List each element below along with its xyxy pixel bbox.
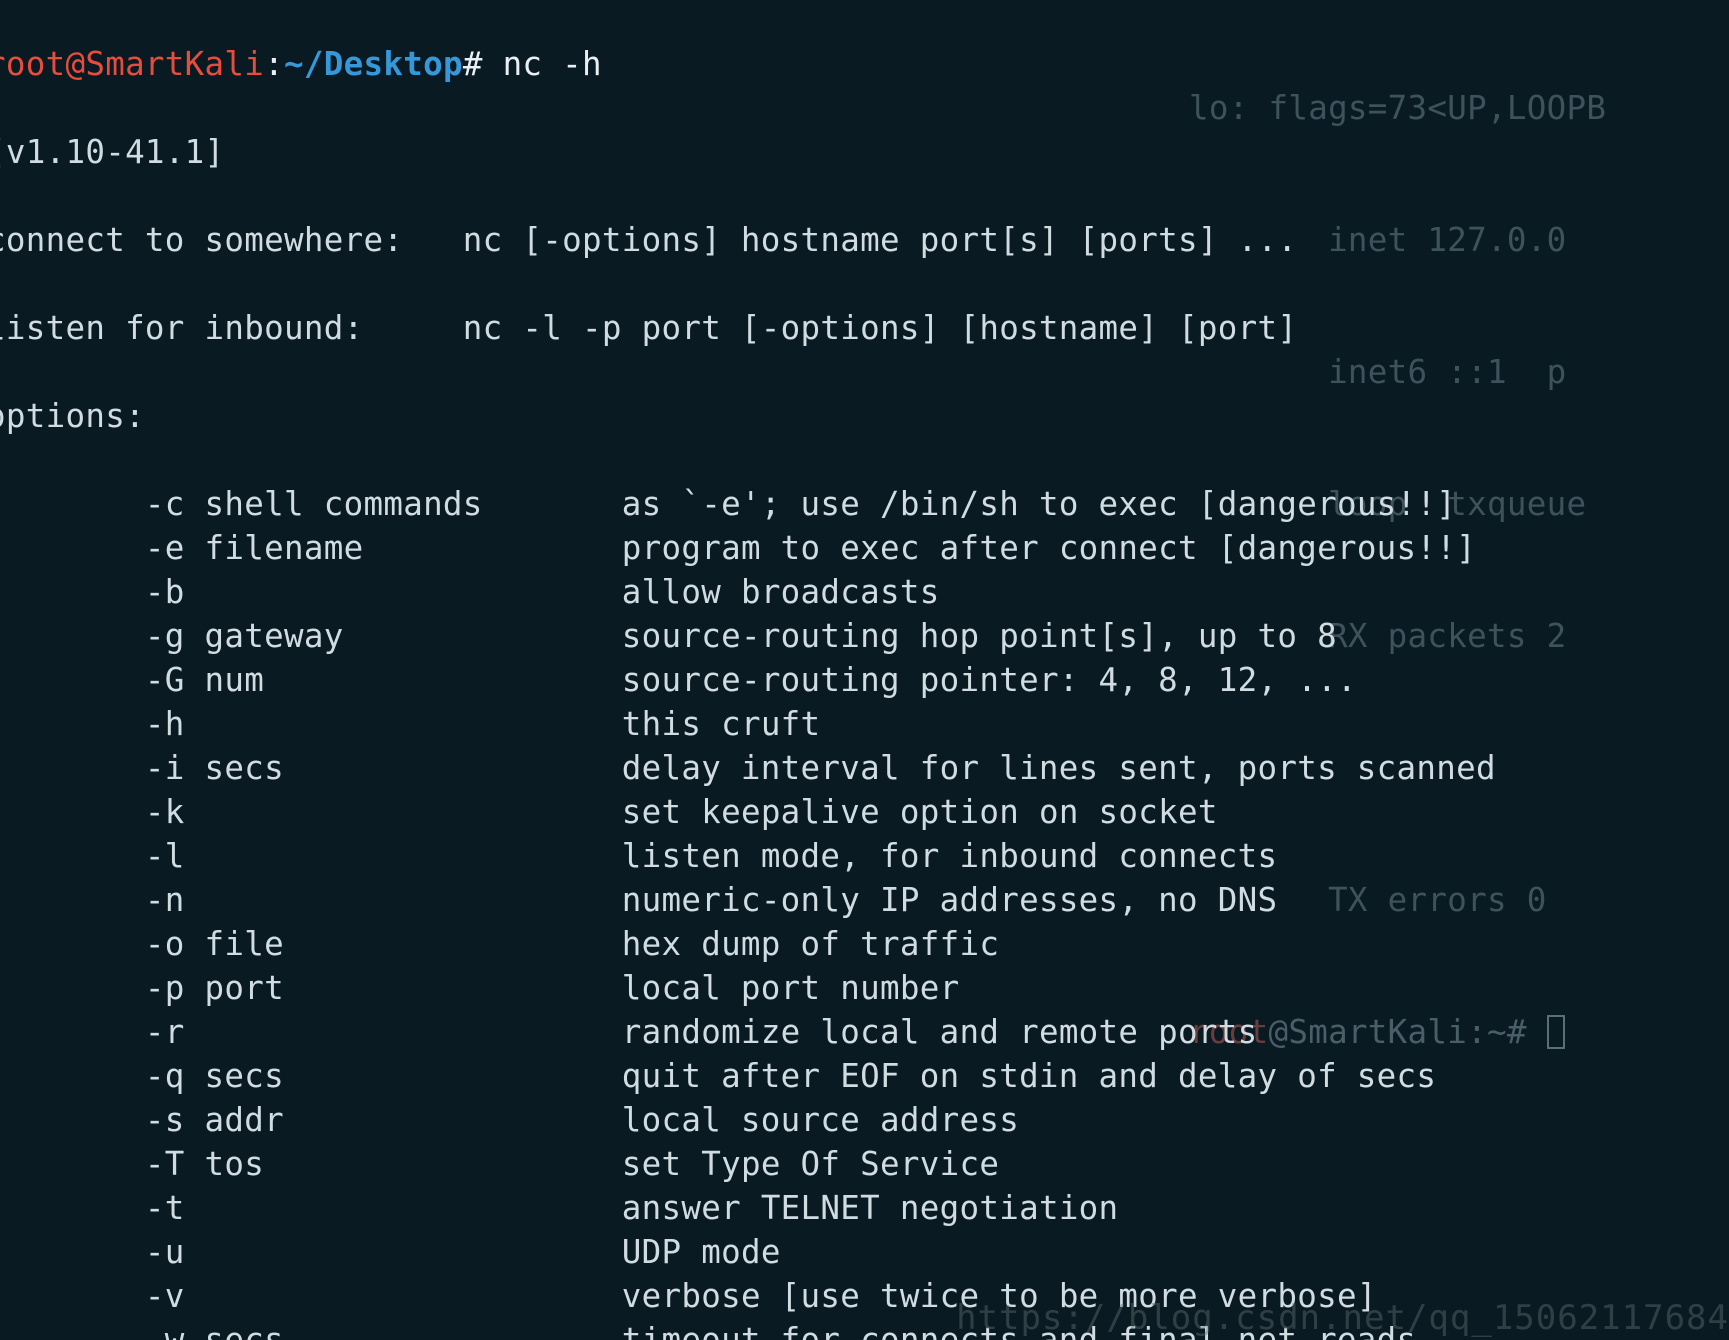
- prompt-path: ~/Desktop: [284, 45, 463, 83]
- option-row: -k set keepalive option on socket: [0, 790, 1729, 834]
- option-desc: local port number: [622, 969, 960, 1007]
- option-flag: -q secs: [0, 1057, 284, 1095]
- option-row: -s addr local source address: [0, 1098, 1729, 1142]
- option-row: -u UDP mode: [0, 1230, 1729, 1274]
- option-flag: -l: [0, 837, 185, 875]
- option-flag: -w secs: [0, 1321, 284, 1340]
- option-flag: -p port: [0, 969, 284, 1007]
- option-desc: randomize local and remote ports: [622, 1013, 1258, 1051]
- option-flag: -s addr: [0, 1101, 284, 1139]
- option-flag: -u: [0, 1233, 185, 1271]
- options-header: options:: [0, 394, 1729, 438]
- option-row: -r randomize local and remote ports: [0, 1010, 1729, 1054]
- option-flag: -h: [0, 705, 185, 743]
- option-flag: -c shell commands: [0, 485, 483, 523]
- option-flag: -n: [0, 881, 185, 919]
- prompt-host: @SmartKali: [65, 45, 264, 83]
- option-flag: -e filename: [0, 529, 363, 567]
- command-text: nc -h: [503, 45, 602, 83]
- prompt-user: root: [0, 45, 65, 83]
- option-row: -h this cruft: [0, 702, 1729, 746]
- option-row: -g gateway source-routing hop point[s], …: [0, 614, 1729, 658]
- option-row: -p port local port number: [0, 966, 1729, 1010]
- option-desc: numeric-only IP addresses, no DNS: [622, 881, 1278, 919]
- option-desc: program to exec after connect [dangerous…: [622, 529, 1476, 567]
- version-line: [v1.10-41.1]: [0, 130, 1729, 174]
- option-flag: -i secs: [0, 749, 284, 787]
- option-flag: -G num: [0, 661, 264, 699]
- option-desc: local source address: [622, 1101, 1019, 1139]
- option-desc: delay interval for lines sent, ports sca…: [622, 749, 1496, 787]
- option-desc: UDP mode: [622, 1233, 781, 1271]
- option-flag: -g gateway: [0, 617, 344, 655]
- option-flag: -v: [0, 1277, 185, 1315]
- options-list: -c shell commands as `-e'; use /bin/sh t…: [0, 482, 1729, 1340]
- option-row: -T tos set Type Of Service: [0, 1142, 1729, 1186]
- option-desc: this cruft: [622, 705, 821, 743]
- option-flag: -r: [0, 1013, 185, 1051]
- option-desc: answer TELNET negotiation: [622, 1189, 1119, 1227]
- option-flag: -T tos: [0, 1145, 264, 1183]
- option-desc: listen mode, for inbound connects: [622, 837, 1278, 875]
- option-row: -n numeric-only IP addresses, no DNS: [0, 878, 1729, 922]
- option-flag: -k: [0, 793, 185, 831]
- option-desc: source-routing hop point[s], up to 8: [622, 617, 1337, 655]
- option-row: -i secs delay interval for lines sent, p…: [0, 746, 1729, 790]
- terminal[interactable]: root@SmartKali:~/Desktop# nc -h [v1.10-4…: [0, 0, 1729, 1340]
- option-desc: allow broadcasts: [622, 573, 940, 611]
- usage-listen: listen for inbound: nc -l -p port [-opti…: [0, 306, 1729, 350]
- option-row: -q secs quit after EOF on stdin and dela…: [0, 1054, 1729, 1098]
- option-flag: -b: [0, 573, 185, 611]
- option-row: -l listen mode, for inbound connects: [0, 834, 1729, 878]
- option-row: -b allow broadcasts: [0, 570, 1729, 614]
- option-row: -t answer TELNET negotiation: [0, 1186, 1729, 1230]
- option-desc: quit after EOF on stdin and delay of sec…: [622, 1057, 1437, 1095]
- watermark: https://blog.csdn.net/qq_15062117684: [956, 1296, 1729, 1340]
- option-row: -o file hex dump of traffic: [0, 922, 1729, 966]
- option-row: -G num source-routing pointer: 4, 8, 12,…: [0, 658, 1729, 702]
- option-flag: -t: [0, 1189, 185, 1227]
- option-flag: -o file: [0, 925, 284, 963]
- option-desc: set Type Of Service: [622, 1145, 999, 1183]
- option-desc: source-routing pointer: 4, 8, 12, ...: [622, 661, 1357, 699]
- option-row: -e filename program to exec after connec…: [0, 526, 1729, 570]
- option-desc: set keepalive option on socket: [622, 793, 1218, 831]
- usage-connect: connect to somewhere: nc [-options] host…: [0, 218, 1729, 262]
- option-desc: as `-e'; use /bin/sh to exec [dangerous!…: [622, 485, 1456, 523]
- option-desc: hex dump of traffic: [622, 925, 999, 963]
- option-row: -c shell commands as `-e'; use /bin/sh t…: [0, 482, 1729, 526]
- prompt-line[interactable]: root@SmartKali:~/Desktop# nc -h: [0, 42, 1729, 86]
